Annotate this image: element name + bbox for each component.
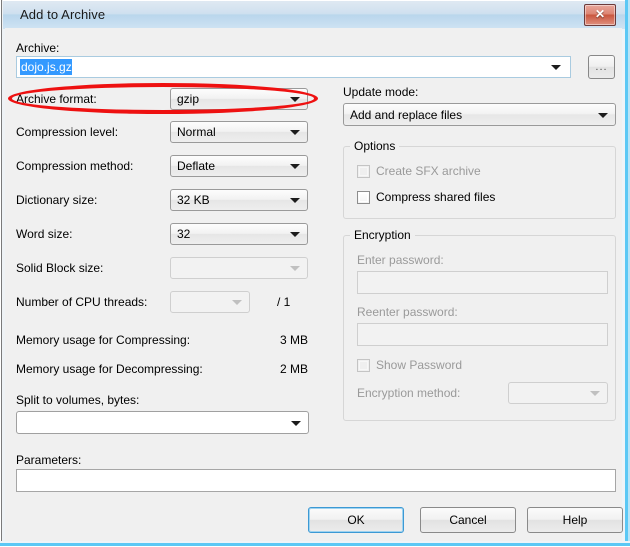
chevron-down-icon	[291, 420, 301, 426]
compression-level-combo[interactable]: Normal	[170, 121, 308, 143]
archive-path-combo[interactable]: dojo.js.gz	[16, 56, 571, 78]
compression-method-value: Deflate	[177, 159, 216, 173]
window-title: Add to Archive	[20, 7, 106, 22]
split-volumes-combo[interactable]	[16, 411, 309, 434]
memory-compress-label: Memory usage for Compressing:	[16, 333, 191, 347]
cpu-threads-total: / 1	[277, 295, 291, 309]
create-sfx-label: Create SFX archive	[376, 164, 481, 178]
enter-password-input	[357, 271, 608, 294]
archive-format-value: gzip	[177, 92, 200, 106]
dictionary-size-label: Dictionary size:	[16, 193, 98, 207]
cancel-button[interactable]: Cancel	[420, 507, 516, 533]
enter-password-label: Enter password:	[357, 253, 444, 267]
chevron-down-icon	[551, 65, 561, 70]
chevron-down-icon	[290, 164, 300, 169]
memory-decompress-label: Memory usage for Decompressing:	[16, 362, 203, 376]
solid-block-size-combo	[170, 257, 308, 279]
compress-shared-label: Compress shared files	[376, 190, 496, 204]
reenter-password-label: Reenter password:	[357, 305, 458, 319]
word-size-combo[interactable]: 32	[170, 223, 308, 245]
options-group-title: Options	[350, 139, 400, 153]
compression-method-combo[interactable]: Deflate	[170, 155, 308, 177]
create-sfx-checkbox	[357, 165, 370, 178]
word-size-value: 32	[177, 227, 191, 241]
cpu-threads-combo	[170, 291, 250, 313]
ellipsis-icon: ...	[595, 61, 608, 73]
archive-path-value: dojo.js.gz	[20, 59, 72, 75]
word-size-label: Word size:	[16, 227, 73, 241]
chevron-down-icon	[290, 130, 300, 135]
solid-block-size-label: Solid Block size:	[16, 261, 104, 275]
compress-shared-checkbox[interactable]	[357, 191, 370, 204]
browse-button[interactable]: ...	[588, 55, 615, 79]
show-password-checkbox	[357, 359, 370, 372]
compression-level-value: Normal	[177, 125, 216, 139]
memory-compress-value: 3 MB	[279, 333, 308, 347]
encryption-group-title: Encryption	[350, 228, 415, 242]
help-button[interactable]: Help	[527, 507, 623, 533]
close-icon: ✕	[594, 7, 606, 21]
encryption-method-combo	[508, 382, 608, 404]
chevron-down-icon	[290, 97, 300, 102]
memory-decompress-value: 2 MB	[279, 362, 308, 376]
window-frame-bottom	[0, 541, 630, 547]
chevron-down-icon	[290, 266, 300, 271]
show-password-label: Show Password	[376, 358, 463, 372]
archive-format-label: Archive format:	[16, 92, 97, 106]
dictionary-size-combo[interactable]: 32 KB	[170, 189, 308, 211]
dictionary-size-value: 32 KB	[177, 193, 210, 207]
compression-method-label: Compression method:	[16, 159, 134, 173]
chevron-down-icon	[290, 198, 300, 203]
update-mode-value: Add and replace files	[350, 107, 463, 122]
archive-path-value-wrap: dojo.js.gz	[20, 59, 72, 75]
chevron-down-icon	[232, 300, 242, 305]
title-bar: Add to Archive ✕	[3, 0, 625, 29]
cpu-threads-label: Number of CPU threads:	[16, 295, 148, 309]
chevron-down-icon	[590, 391, 600, 396]
dialog-client-area: Archive: dojo.js.gz ... Archive format: …	[5, 28, 623, 541]
parameters-input[interactable]	[16, 469, 616, 492]
archive-format-combo[interactable]: gzip	[170, 88, 308, 110]
add-to-archive-dialog: Add to Archive ✕ Archive: dojo.js.gz ...…	[0, 0, 630, 547]
encryption-method-label: Encryption method:	[357, 386, 461, 400]
close-button[interactable]: ✕	[584, 4, 616, 26]
archive-label: Archive:	[16, 41, 60, 55]
compression-level-label: Compression level:	[16, 125, 119, 139]
window-frame-right	[622, 0, 630, 547]
reenter-password-input	[357, 323, 608, 346]
chevron-down-icon	[290, 232, 300, 237]
split-volumes-label: Split to volumes, bytes:	[16, 393, 140, 407]
ok-button[interactable]: OK	[308, 507, 404, 533]
parameters-label: Parameters:	[16, 453, 82, 467]
update-mode-combo[interactable]: Add and replace files	[343, 103, 616, 126]
update-mode-label: Update mode:	[343, 85, 419, 99]
chevron-down-icon	[598, 112, 608, 118]
options-group	[343, 146, 616, 219]
